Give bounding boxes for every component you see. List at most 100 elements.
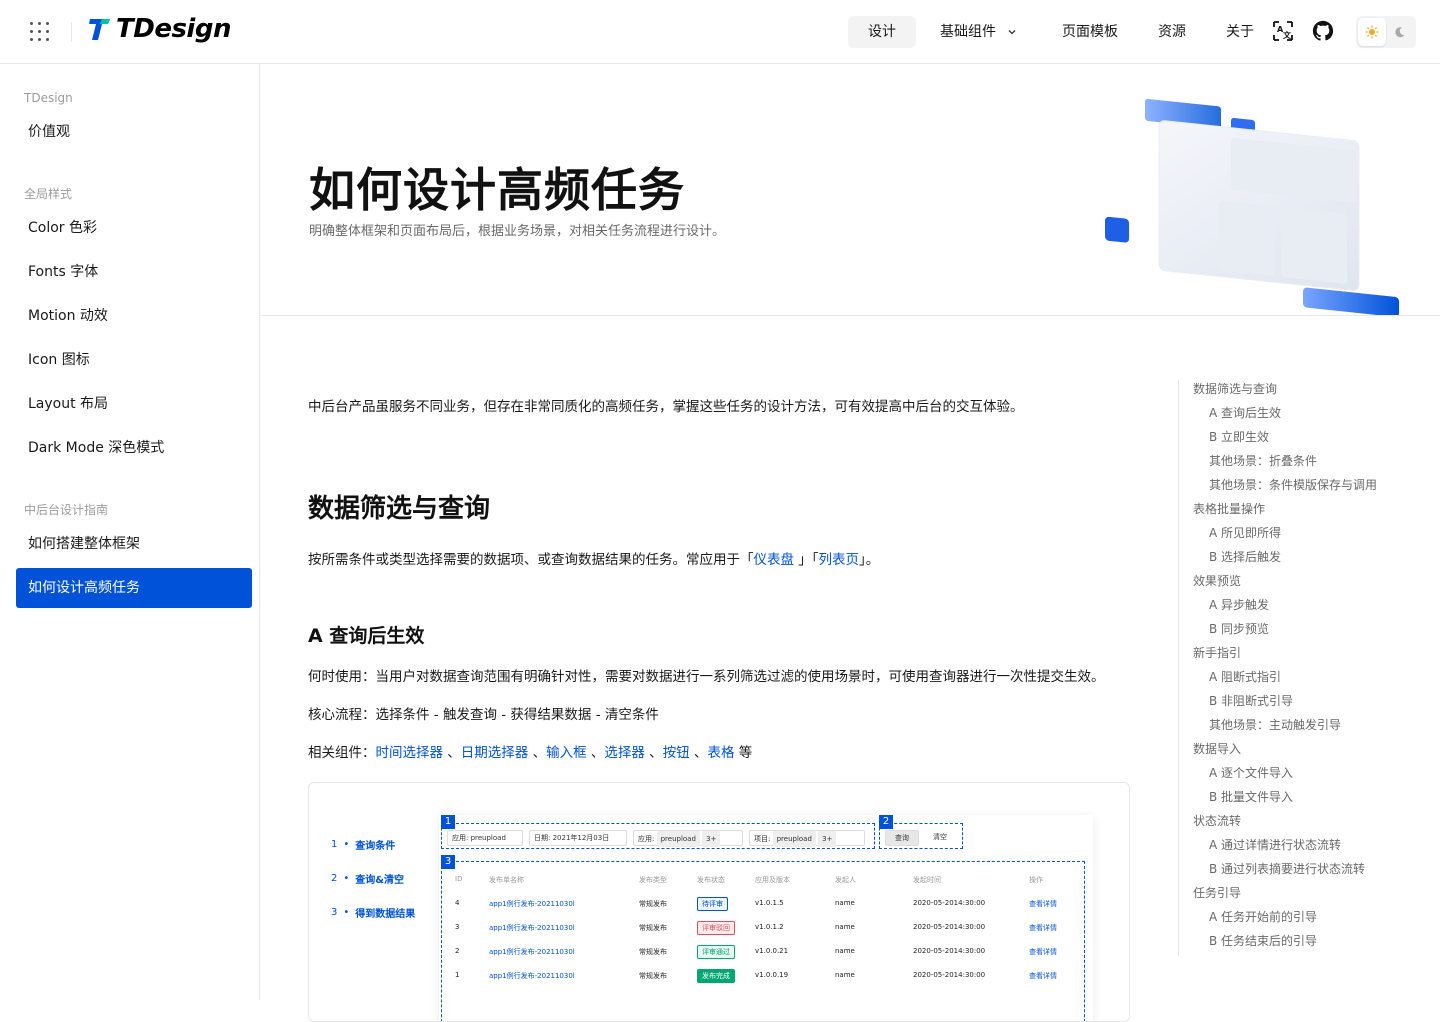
status-badge: 发布完成 (697, 969, 735, 983)
sidebar-item-high-frequency-tasks[interactable]: 如何设计高频任务 (16, 568, 252, 608)
link-table[interactable]: 表格 (707, 745, 734, 761)
toc-item[interactable]: A 逐个文件导入 (1179, 764, 1408, 788)
sidebar-group-title: TDesign (24, 91, 73, 105)
demo-mock-table: 1 2 3 应用: preupload 日期: 2021年12月03日 应用: … (439, 815, 1093, 1021)
toc-item[interactable]: 其他场景：折叠条件 (1179, 452, 1408, 476)
demo-step: 3 • 得到数据结果 (331, 895, 415, 929)
nav-item-about[interactable]: 关于 (1206, 16, 1274, 48)
nav-label: 关于 (1226, 24, 1254, 40)
status-badge: 评审通过 (697, 945, 735, 959)
toc-item[interactable]: A 查询后生效 (1179, 404, 1408, 428)
toc-item[interactable]: 其他场景：主动触发引导 (1179, 716, 1408, 740)
nav-label: 资源 (1158, 24, 1186, 40)
toc-item[interactable]: A 通过详情进行状态流转 (1179, 836, 1408, 860)
toc-item[interactable]: B 非阻断式引导 (1179, 692, 1408, 716)
sidebar-item-fonts[interactable]: Fonts 字体 (16, 252, 252, 292)
sidebar-item-values[interactable]: 价值观 (16, 112, 252, 152)
table-cell: 1 (455, 971, 460, 979)
table-cell: 常规发布 (639, 972, 667, 980)
toc-item[interactable]: 表格批量操作 (1179, 500, 1408, 524)
table-cell: name (835, 971, 855, 979)
table-cell: 4 (455, 899, 460, 907)
toc-item[interactable]: B 通过列表摘要进行状态流转 (1179, 860, 1408, 884)
theme-toggle[interactable] (1356, 16, 1416, 48)
filter-app-multi: 应用: preupload 3+ (633, 830, 743, 847)
annotation-number: 1 (441, 815, 455, 829)
toc-item[interactable]: A 异步触发 (1179, 596, 1408, 620)
sidebar-item-color[interactable]: Color 色彩 (16, 208, 252, 248)
toc-item[interactable]: B 立即生效 (1179, 428, 1408, 452)
sidebar-item-motion[interactable]: Motion 动效 (16, 296, 252, 336)
filter-tag-more: 3+ (702, 831, 721, 847)
link-button[interactable]: 按钮 (663, 745, 690, 761)
table-header-cell: 发布单名称 (489, 876, 524, 884)
sidebar-item-layout[interactable]: Layout 布局 (16, 384, 252, 424)
table-cell: 2 (455, 947, 460, 955)
desc-text: 」「 (794, 552, 819, 568)
nav-item-templates[interactable]: 页面模板 (1042, 16, 1138, 48)
toc-item[interactable]: 状态流转 (1179, 812, 1408, 836)
status-badge: 待评审 (697, 897, 728, 911)
grid-icon[interactable] (30, 22, 50, 42)
toc-item[interactable]: 新手指引 (1179, 644, 1408, 668)
hero-illustration (1105, 98, 1399, 315)
table-cell-action: 查看详情 (1029, 924, 1057, 932)
nav-item-design[interactable]: 设计 (848, 16, 916, 48)
sidebar: TDesign 价值观 全局样式 Color 色彩 Fonts 字体 Motio… (0, 64, 260, 1000)
query-button: 查询 (885, 830, 919, 846)
table-cell: v1.0.0.19 (755, 971, 789, 979)
table-header-cell: 应用及版本 (755, 876, 790, 884)
annotation-number: 3 (441, 855, 455, 869)
table-header-cell: 操作 (1029, 876, 1043, 884)
link-list-page[interactable]: 列表页 (819, 552, 860, 568)
link-time-picker[interactable]: 时间选择器 (376, 745, 444, 761)
step-number: 2 (331, 872, 338, 884)
link-select[interactable]: 选择器 (604, 745, 645, 761)
step-dot: • (343, 872, 350, 884)
link-date-picker[interactable]: 日期选择器 (461, 745, 529, 761)
github-icon[interactable] (1312, 20, 1334, 42)
sidebar-item-framework[interactable]: 如何搭建整体框架 (16, 524, 252, 564)
link-dashboard[interactable]: 仪表盘 (754, 552, 795, 568)
translate-icon[interactable]: A 文 (1272, 20, 1294, 42)
subsection-title: A 查询后生效 (308, 625, 425, 647)
toc-item[interactable]: A 阻断式指引 (1179, 668, 1408, 692)
nav-label: 设计 (868, 24, 896, 40)
header-icons: A 文 (1272, 20, 1334, 42)
section-description: 按所需条件或类型选择需要的数据项、或查询数据结果的任务。常应用于「仪表盘 」「列… (308, 549, 1130, 571)
toc-item[interactable]: A 所见即所得 (1179, 524, 1408, 548)
sidebar-item-icon[interactable]: Icon 图标 (16, 340, 252, 380)
table-cell: v1.0.1.2 (755, 923, 784, 931)
toc-item[interactable]: B 选择后触发 (1179, 548, 1408, 572)
toc-item[interactable]: 任务引导 (1179, 884, 1408, 908)
toc-item[interactable]: B 批量文件导入 (1179, 788, 1408, 812)
sun-icon[interactable] (1358, 18, 1386, 46)
toc-item[interactable]: A 任务开始前的引导 (1179, 908, 1408, 932)
table-cell: name (835, 947, 855, 955)
toc-item[interactable]: 效果预览 (1179, 572, 1408, 596)
nav-item-components[interactable]: 基础组件 (920, 16, 1038, 48)
table-cell: name (835, 899, 855, 907)
related-components: 相关组件：时间选择器 、日期选择器 、输入框 、选择器 、按钮 、表格 等 (308, 745, 753, 761)
moon-icon[interactable] (1386, 18, 1414, 46)
desc-text: 按所需条件或类型选择需要的数据项、或查询数据结果的任务。常应用于「 (308, 552, 754, 568)
toc-item[interactable]: B 同步预览 (1179, 620, 1408, 644)
toc-item[interactable]: 其他场景：条件模版保存与调用 (1179, 476, 1408, 500)
toc-item[interactable]: 数据导入 (1179, 740, 1408, 764)
svg-text:文: 文 (1283, 30, 1292, 40)
sidebar-group-title: 中后台设计指南 (24, 503, 109, 517)
annotation-number: 2 (879, 815, 893, 829)
link-input[interactable]: 输入框 (546, 745, 587, 761)
logo[interactable]: TDesign (88, 14, 231, 44)
sidebar-item-dark-mode[interactable]: Dark Mode 深色模式 (16, 428, 252, 468)
nav-item-resources[interactable]: 资源 (1138, 16, 1206, 48)
related-suffix: 等 (734, 745, 753, 761)
toc-item[interactable]: 数据筛选与查询 (1179, 380, 1408, 404)
table-cell: app1例行发布-20211030l (489, 924, 575, 932)
main-content: 中后台产品虽服务不同业务，但存在非常同质化的高频任务，掌握这些任务的设计方法，可… (308, 380, 1130, 1022)
toc-item[interactable]: B 任务结束后的引导 (1179, 932, 1408, 956)
table-cell: 3 (455, 923, 460, 931)
table-cell: 2020-05-2014:30:00 (913, 923, 986, 931)
chevron-down-icon (1008, 30, 1016, 35)
step-dot: • (343, 838, 350, 850)
